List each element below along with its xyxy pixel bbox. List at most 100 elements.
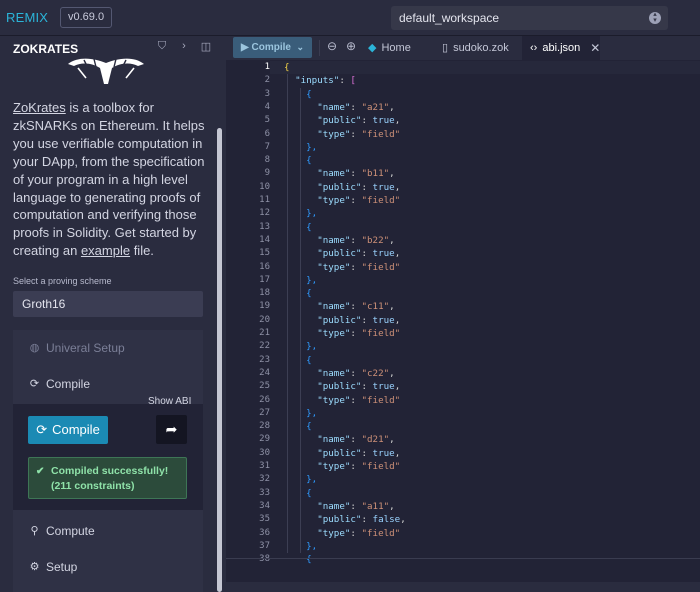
code-line: { xyxy=(306,421,312,433)
code-line: "inputs": [ xyxy=(295,75,356,87)
show-abi-button[interactable]: ➦ xyxy=(156,415,187,444)
show-abi-tooltip: Show ABI xyxy=(148,396,192,407)
code-line: "public": true, xyxy=(317,248,401,260)
terminal-panel[interactable] xyxy=(226,582,700,592)
line-number: 24 xyxy=(259,367,270,378)
tab-separator xyxy=(319,40,320,56)
line-number: 9 xyxy=(264,168,270,179)
line-number: 11 xyxy=(259,195,270,205)
file-icon: ▯ xyxy=(442,42,449,54)
line-number: 36 xyxy=(259,527,270,538)
check-icon: ✔ xyxy=(36,466,45,477)
success-message: Compiled successfully! xyxy=(51,465,169,477)
compile-success-alert: ✔ Compiled successfully! (211 constraint… xyxy=(28,457,187,499)
sidebar-scrollbar[interactable] xyxy=(217,128,222,592)
play-icon: ▶ xyxy=(241,42,249,53)
remix-ide: REMIX v0.69.0 default_workspace ▴ ▾ ZOKRA… xyxy=(0,0,700,592)
compile-button-label: Compile xyxy=(52,422,100,437)
line-number: 15 xyxy=(259,248,270,259)
line-number: 30 xyxy=(259,447,270,458)
line-number: 12 xyxy=(259,208,270,219)
zoom-in-icon[interactable]: ⊕ xyxy=(346,39,356,53)
shield-icon[interactable]: ⛉ xyxy=(156,40,168,53)
zokrates-link[interactable]: ZoKrates xyxy=(13,100,66,115)
workspace-select[interactable]: default_workspace ▴ ▾ xyxy=(391,6,668,30)
step-compile-label: Compile xyxy=(46,377,91,391)
code-line: "public": true, xyxy=(317,181,401,193)
code-line: "public": true, xyxy=(317,447,401,459)
line-number: 18 xyxy=(259,288,270,299)
share-arrow-icon: ➦ xyxy=(165,421,178,437)
line-number: 8 xyxy=(264,155,270,166)
code-line: { xyxy=(306,487,312,499)
step-setup[interactable]: ⚙ Setup xyxy=(13,552,203,582)
code-line: "type": "field" xyxy=(317,195,401,206)
line-number: 25 xyxy=(259,381,270,392)
line-number: 34 xyxy=(259,500,270,511)
chevron-down-icon[interactable]: ⌄ xyxy=(296,37,304,58)
step-universal-setup-label: Univeral Setup xyxy=(46,341,125,355)
line-number: 29 xyxy=(259,434,270,445)
line-number: 16 xyxy=(259,261,270,272)
constraint-count: (211 constraints) xyxy=(51,480,135,492)
example-link[interactable]: example xyxy=(81,243,130,258)
line-number: 23 xyxy=(259,354,270,365)
code-line: { xyxy=(306,288,312,300)
remix-brand[interactable]: REMIX xyxy=(6,10,48,25)
gear-icon: ⚙ xyxy=(29,561,40,573)
line-number: 28 xyxy=(259,421,270,432)
step-compute-label: Compute xyxy=(46,524,95,538)
run-compile-label: Compile xyxy=(251,42,291,53)
line-number: 20 xyxy=(259,314,270,325)
line-number: 35 xyxy=(259,514,270,525)
step-universal-setup[interactable]: ◍ Univeral Setup xyxy=(13,333,203,363)
close-tab-icon[interactable]: ✕ xyxy=(590,36,600,60)
steps-panel: ◍ Univeral Setup ⟳ Compile ⟳ Compile Sho… xyxy=(13,330,203,592)
step-compute[interactable]: ⚲ Compute xyxy=(13,516,203,546)
line-number: 21 xyxy=(259,328,270,338)
line-number: 4 xyxy=(264,101,270,112)
code-line: { xyxy=(306,88,312,100)
line-number: 38 xyxy=(259,554,270,565)
plugin-sidebar: ZOKRATES ⛉ › ◫ ZoKrates is a toolbox for… xyxy=(0,36,226,592)
code-line: "public": false, xyxy=(317,514,406,526)
line-number: 31 xyxy=(259,461,270,471)
proving-scheme-select[interactable]: Groth16 xyxy=(13,291,203,317)
run-compile-button[interactable]: ▶ Compile ⌄ xyxy=(233,37,312,58)
line-number: 32 xyxy=(259,474,270,485)
step-compile[interactable]: ⟳ Compile xyxy=(13,369,203,399)
step-setup-label: Setup xyxy=(46,560,78,574)
panel-toggle-icon[interactable]: ◫ xyxy=(200,40,212,53)
code-line: "type": "field" xyxy=(317,261,401,273)
lightbulb-icon: ⚲ xyxy=(30,525,39,537)
tab-abi-json[interactable]: ‹› abi.json ✕ xyxy=(522,36,600,60)
zoom-out-icon[interactable]: ⊖ xyxy=(327,39,337,53)
description-text-2: file. xyxy=(130,243,154,259)
code-line: "public": true, xyxy=(317,115,401,127)
version-badge: v0.69.0 xyxy=(60,7,113,28)
code-line: { xyxy=(284,62,290,73)
remix-home-icon: ◆ xyxy=(368,42,377,54)
code-line: "type": "field" xyxy=(317,527,401,539)
sync-icon: ⟳ xyxy=(36,422,48,437)
sync-icon: ⟳ xyxy=(29,378,40,390)
compile-button[interactable]: ⟳ Compile xyxy=(28,416,108,444)
proving-scheme-label: Select a proving scheme xyxy=(13,276,112,286)
workspace-name: default_workspace xyxy=(399,11,500,25)
select-arrows-icon: ▴ ▾ xyxy=(649,11,661,24)
editor-tab-bar: ▶ Compile ⌄ ⊖ ⊕ ◆ Home ▯ sudoko.zok ‹› a… xyxy=(226,36,700,60)
code-line: { xyxy=(306,554,312,566)
tab-abi-label: abi.json xyxy=(542,42,581,54)
editor-area: ▶ Compile ⌄ ⊖ ⊕ ◆ Home ▯ sudoko.zok ‹› a… xyxy=(226,36,700,592)
compile-section: ⟳ Compile Show ABI ➦ ✔ Compiled successf… xyxy=(13,396,203,510)
chevron-right-icon[interactable]: › xyxy=(178,40,190,53)
line-number: 7 xyxy=(264,141,270,152)
tab-sudoko-label: sudoko.zok xyxy=(453,42,509,54)
tab-sudoko[interactable]: ▯ sudoko.zok xyxy=(434,36,522,60)
line-number: 6 xyxy=(264,128,270,139)
indent-guide xyxy=(287,74,288,554)
terminal-divider[interactable] xyxy=(226,558,700,559)
code-line: "type": "field" xyxy=(317,328,401,339)
plugin-description: ZoKrates is a toolbox for zkSNARKs on Et… xyxy=(13,99,208,260)
tab-home[interactable]: ◆ Home xyxy=(360,36,434,60)
